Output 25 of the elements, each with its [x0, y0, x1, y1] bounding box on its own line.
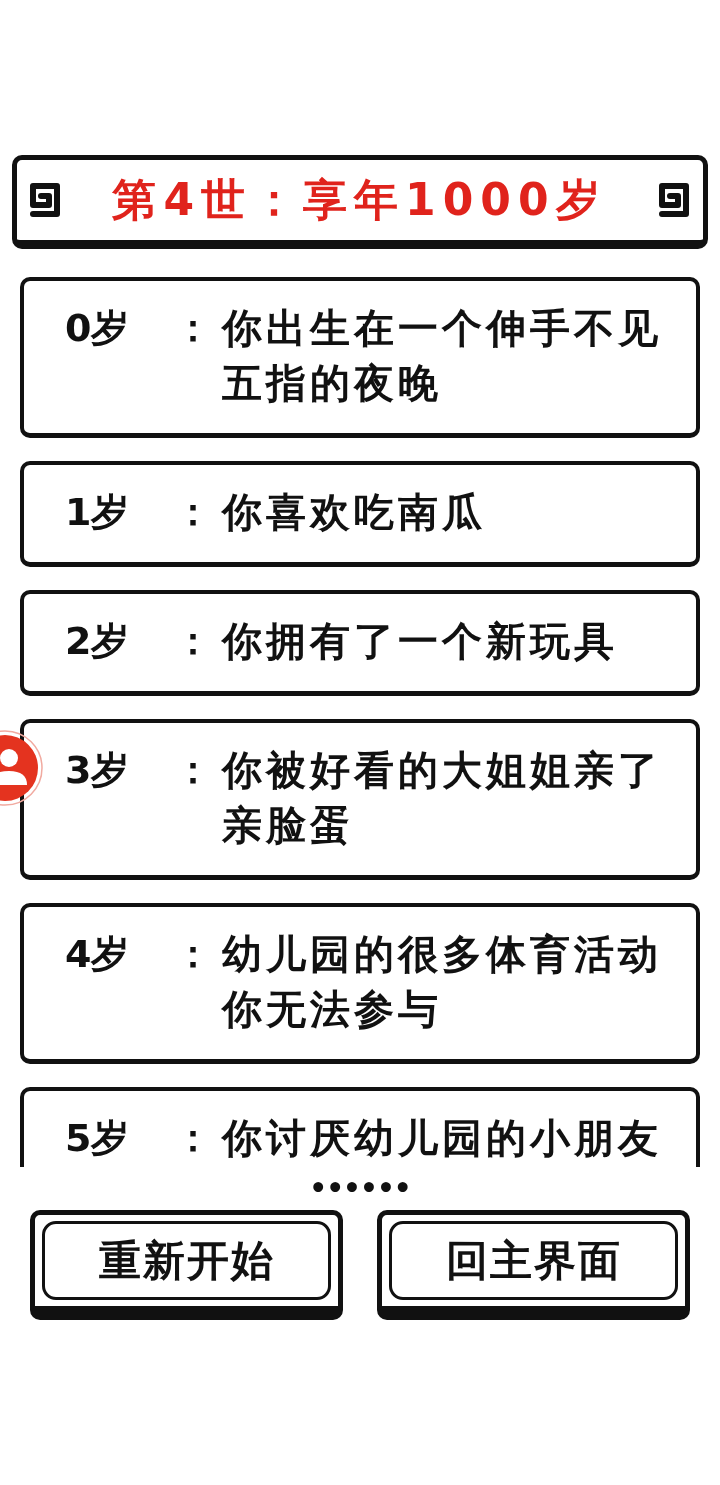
- separator-text: ：: [174, 489, 212, 536]
- event-text: 你被好看的大姐姐亲了亲脸蛋: [222, 746, 663, 850]
- age-label: 5岁: [65, 1115, 130, 1162]
- header-title: 第4世：享年1000岁: [112, 173, 607, 227]
- age-label: 0岁: [65, 305, 130, 352]
- user-icon[interactable]: [0, 729, 44, 807]
- event-text: 你喜欢吃南瓜: [222, 488, 487, 537]
- event-text: 幼儿园的很多体育活动你无法参与: [222, 930, 663, 1034]
- separator-text: ：: [174, 305, 212, 352]
- event-text: 你讨厌幼儿园的小朋友: [222, 1114, 663, 1163]
- event-text: 你出生在一个伸手不见五指的夜晚: [222, 304, 663, 408]
- separator-text: ：: [174, 618, 212, 665]
- restart-button[interactable]: 重新开始: [30, 1210, 343, 1320]
- spiral-icon: [657, 181, 691, 219]
- separator-text: ：: [174, 931, 212, 978]
- age-label: 1岁: [65, 489, 130, 536]
- event-text: 你拥有了一个新玩具: [222, 617, 619, 666]
- more-indicator: ••••••: [309, 1171, 411, 1207]
- age-label: 4岁: [65, 931, 130, 978]
- separator-text: ：: [174, 747, 212, 794]
- age-label: 3岁: [65, 747, 130, 794]
- home-button[interactable]: 回主界面: [377, 1210, 690, 1320]
- age-label: 2岁: [65, 618, 130, 665]
- spiral-icon: [28, 181, 62, 219]
- separator-text: ：: [174, 1115, 212, 1162]
